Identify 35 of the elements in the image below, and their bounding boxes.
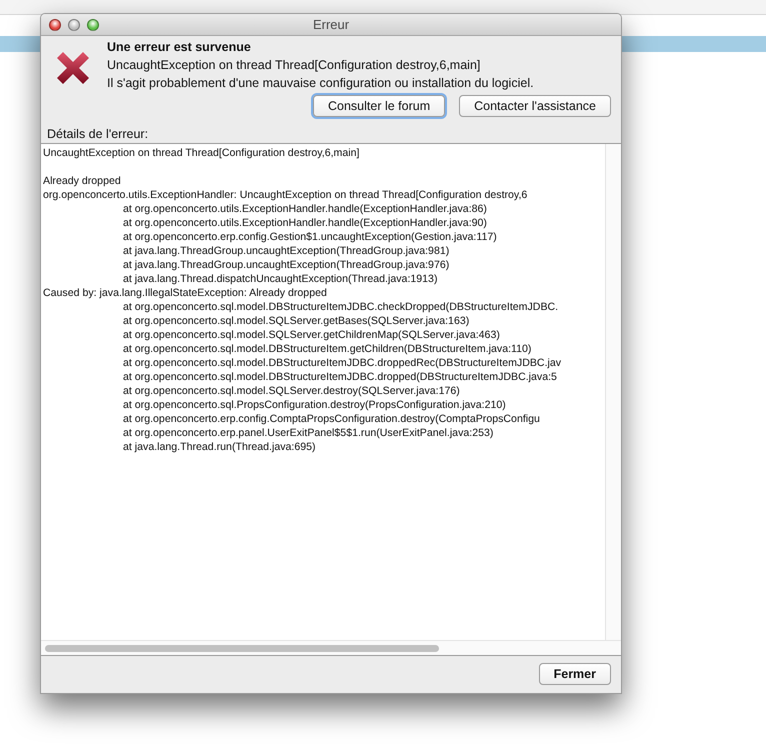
trace-line: at org.openconcerto.erp.config.Gestion$1.uncaughtException(Gestion.java:117) — [122, 230, 498, 244]
trace-line: at java.lang.ThreadGroup.uncaughtException(ThreadGroup.java:981) — [122, 244, 450, 258]
window-title: Erreur — [312, 17, 350, 32]
horizontal-scrollbar[interactable] — [41, 640, 621, 655]
trace-line: at org.openconcerto.sql.model.DBStructureItemJDBC.dropped(DBStructureItemJDBC.java:5 — [122, 370, 558, 384]
trace-line: at org.openconcerto.sql.PropsConfiguration.destroy(PropsConfiguration.java:210) — [122, 398, 507, 412]
minimize-icon[interactable] — [68, 18, 80, 30]
error-message: UncaughtException on thread Thread[Configuration destroy,6,main] — [107, 58, 482, 72]
trace-line: UncaughtException on thread Thread[Configuration destroy,6,main] — [43, 146, 360, 160]
trace-line: at org.openconcerto.sql.model.SQLServer.destroy(SQLServer.java:176) — [122, 384, 461, 398]
trace-line: at org.openconcerto.sql.model.DBStructureItemJDBC.droppedRec(DBStructureItemJDBC.jav — [122, 356, 562, 370]
close-icon[interactable] — [49, 18, 61, 30]
trace-line: at org.openconcerto.sql.model.SQLServer.getChildrenMap(SQLServer.java:463) — [122, 328, 501, 342]
trace-line: at org.openconcerto.sql.model.SQLServer.getBases(SQLServer.java:163) — [122, 314, 470, 328]
trace-line: at org.openconcerto.sql.model.DBStructureItemJDBC.checkDropped(DBStructureItemJDBC. — [122, 300, 560, 314]
error-title: Une erreur est survenue — [107, 40, 252, 54]
vertical-scrollbar[interactable] — [605, 144, 621, 640]
trace-line: at java.lang.ThreadGroup.uncaughtException(ThreadGroup.java:976) — [122, 258, 450, 272]
trace-line: at org.openconcerto.utils.ExceptionHandler.handle(ExceptionHandler.java:86) — [122, 202, 488, 216]
trace-line: Already dropped — [43, 174, 122, 188]
trace-line: at org.openconcerto.utils.ExceptionHandler.handle(ExceptionHandler.java:90) — [122, 216, 488, 230]
forum-button[interactable]: Consulter le forum — [312, 95, 446, 117]
details-label: Détails de l'erreur: — [46, 126, 150, 141]
error-hint: Il s'agit probablement d'une mauvaise configuration ou installation du logiciel. — [107, 76, 535, 90]
trace-line: at java.lang.Thread.run(Thread.java:695) — [122, 440, 317, 454]
support-button[interactable]: Contacter l'assistance — [459, 95, 611, 117]
details-text-area[interactable] — [41, 143, 621, 656]
close-button[interactable]: Fermer — [538, 663, 611, 685]
trace-line: at org.openconcerto.erp.panel.UserExitPanel$5$1.run(UserExitPanel.java:253) — [122, 426, 494, 440]
trace-line: Caused by: java.lang.IllegalStateException: Already dropped — [43, 286, 328, 300]
trace-line: org.openconcerto.utils.ExceptionHandler: UncaughtException on thread Thread[Configuration destroy,6 — [43, 188, 528, 202]
zoom-icon[interactable] — [87, 18, 99, 30]
trace-line: at org.openconcerto.sql.model.DBStructureItem.getChildren(DBStructureItem.java:110) — [122, 342, 532, 356]
trace-line: at java.lang.Thread.dispatchUncaughtException(Thread.java:1913) — [122, 272, 438, 286]
trace-line: at org.openconcerto.erp.config.ComptaPropsConfiguration.destroy(ComptaPropsConfigu — [122, 412, 541, 426]
